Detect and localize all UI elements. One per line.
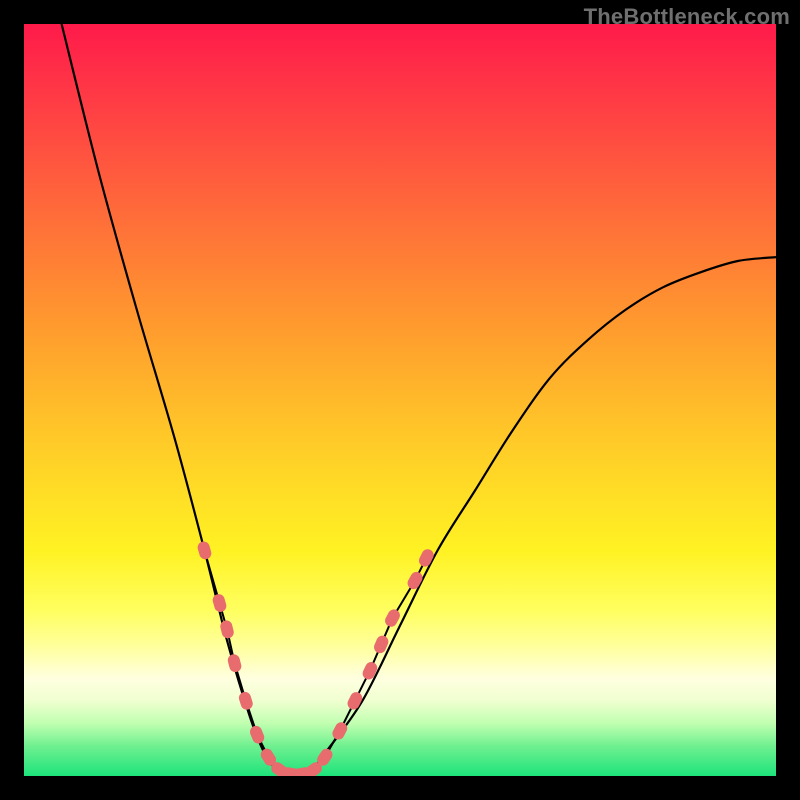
watermark-text: TheBottleneck.com — [584, 4, 790, 30]
bottleneck-curve — [62, 24, 776, 776]
data-marker — [405, 570, 424, 592]
data-marker — [237, 690, 254, 711]
data-marker — [417, 547, 436, 568]
data-marker — [226, 653, 242, 673]
data-marker — [211, 593, 227, 614]
data-marker — [196, 540, 212, 561]
data-markers — [196, 540, 435, 776]
data-marker — [361, 660, 379, 681]
data-marker — [248, 724, 266, 745]
data-marker — [345, 690, 364, 711]
chart-plot-area — [24, 24, 776, 776]
chart-svg — [24, 24, 776, 776]
